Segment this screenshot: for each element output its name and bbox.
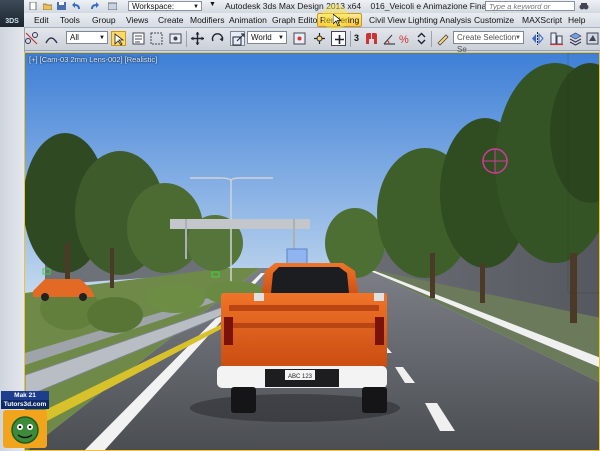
unlink-icon[interactable] [24, 31, 39, 46]
viewport-label[interactable]: [+] [Cam-03 2mm Lens-002] [Realistic] [29, 55, 157, 64]
app-logo[interactable]: 3DS [0, 0, 24, 27]
training-watermark: Mak 21 Training Tutors3d.com [0, 391, 50, 451]
menu-tools[interactable]: Tools [58, 14, 82, 26]
license-plate-text: ABC 123 [288, 374, 313, 380]
open-file-icon[interactable] [42, 2, 53, 11]
menu-help[interactable]: Help [566, 14, 587, 26]
select-by-name-icon[interactable] [131, 31, 146, 46]
reference-coordinate-dropdown[interactable]: World ▼ [247, 31, 287, 44]
select-move-icon[interactable] [190, 31, 205, 46]
menu-maxscript[interactable]: MAXScript [520, 14, 564, 26]
new-file-icon[interactable] [29, 1, 38, 11]
left-command-strip [0, 27, 25, 451]
menu-create[interactable]: Create [156, 14, 186, 26]
named-selection-set-placeholder: Create Selection Se [457, 33, 517, 54]
chevron-down-icon: ▼ [99, 35, 105, 41]
menu-bar: Edit Tools Group Views Create Modifiers … [24, 13, 600, 28]
mirror-icon[interactable] [530, 31, 545, 46]
workspace-dropdown[interactable]: Workspace: Default ▼ [128, 1, 202, 21]
snap-icon[interactable] [364, 31, 379, 46]
menu-edit[interactable]: Edit [32, 14, 51, 26]
select-manipulate-icon[interactable] [312, 31, 327, 46]
rendered-scene: ABC 123 [25, 53, 599, 450]
menu-group[interactable]: Group [90, 14, 118, 26]
chevron-down-icon: ▼ [515, 35, 521, 41]
quick-access-dropdown-icon[interactable]: ▼ [209, 1, 216, 8]
toolbar-separator [431, 31, 432, 47]
menu-customize[interactable]: Customize [472, 14, 516, 26]
toolbar-separator [186, 31, 187, 47]
toolbar-separator [350, 31, 351, 47]
binoculars-icon[interactable] [579, 1, 589, 11]
select-region-icon[interactable] [149, 31, 164, 46]
bind-space-warp-icon[interactable] [44, 31, 59, 46]
blue-helper-box [286, 248, 308, 266]
app-logo-text: 3DS [5, 18, 19, 25]
spinner-snap-icon[interactable] [414, 31, 429, 46]
menu-civil-view[interactable]: Civil View [367, 14, 408, 26]
selection-filter-dropdown[interactable]: All ▼ [66, 31, 108, 44]
selection-filter-value: All [70, 33, 79, 42]
select-object-icon[interactable] [111, 31, 126, 46]
angle-snap-icon[interactable] [382, 31, 397, 46]
keyboard-shortcut-override-icon[interactable] [331, 31, 346, 46]
redo-icon[interactable] [90, 2, 99, 10]
snap-toggle-icon[interactable]: 3 [354, 31, 364, 46]
perspective-viewport[interactable]: [+] [Cam-03 2mm Lens-002] [Realistic] AB… [24, 52, 600, 451]
watermark-line-1: Mak 21 Training [1, 391, 49, 408]
main-toolbar: All ▼ World ▼ 3 % Create Selection Se ▼ [0, 28, 600, 54]
snap-label: 3 [354, 33, 360, 43]
select-rotate-icon[interactable] [210, 31, 225, 46]
watermark-line-2: Tutors3d.com [1, 400, 49, 409]
window-title: Autodesk 3ds Max Design 2013 x64 016_Vei… [225, 1, 511, 11]
window-crossing-icon[interactable] [168, 31, 183, 46]
reference-coordinate-value: World [251, 33, 272, 42]
save-file-icon[interactable] [57, 2, 66, 10]
menu-lighting-analysis[interactable]: Lighting Analysis [406, 14, 473, 26]
mouse-cursor-icon [332, 13, 342, 27]
svg-text:%: % [399, 34, 409, 46]
pivot-center-icon[interactable] [292, 31, 307, 46]
bush [145, 283, 205, 313]
menu-animation[interactable]: Animation [227, 14, 269, 26]
menu-modifiers[interactable]: Modifiers [188, 14, 226, 26]
title-bar: Workspace: Default ▼ ▼ Autodesk 3ds Max … [0, 0, 600, 21]
chevron-down-icon: ▼ [193, 4, 199, 10]
menu-views[interactable]: Views [124, 14, 151, 26]
undo-icon[interactable] [72, 2, 81, 10]
edit-named-selection-icon[interactable] [435, 31, 450, 46]
bush [87, 297, 143, 333]
align-icon[interactable] [549, 31, 564, 46]
graphite-modeling-tools-icon[interactable] [585, 31, 600, 46]
chevron-down-icon: ▼ [278, 35, 284, 41]
watermark-logo-icon [3, 410, 47, 448]
layer-manager-icon[interactable] [568, 31, 583, 46]
project-folder-icon[interactable] [107, 2, 118, 11]
named-selection-set-dropdown[interactable]: Create Selection Se ▼ [453, 31, 524, 54]
percent-snap-icon[interactable]: % [398, 31, 413, 46]
select-scale-icon[interactable] [230, 31, 245, 46]
help-search-input[interactable]: Type a keyword or phrase [485, 1, 575, 20]
